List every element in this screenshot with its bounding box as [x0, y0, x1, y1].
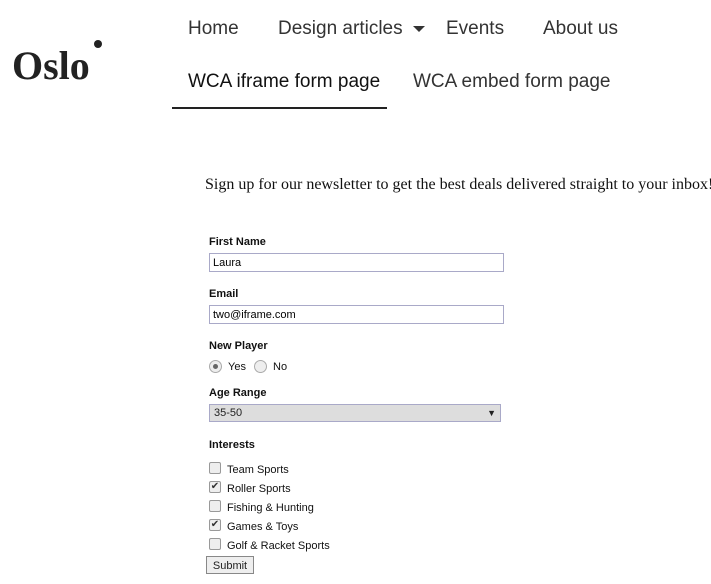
radio-button[interactable] [254, 360, 267, 373]
interest-checkbox[interactable]: Golf & Racket Sports [209, 536, 330, 552]
interest-checkbox[interactable]: Team Sports [209, 460, 289, 476]
checkbox[interactable] [209, 538, 221, 550]
nav-design-articles[interactable]: Design articles [278, 18, 425, 40]
checkbox-label: Games & Toys [227, 521, 299, 533]
chevron-down-icon [412, 25, 425, 32]
email-input[interactable] [209, 305, 504, 324]
nav-wca-embed-form-page[interactable]: WCA embed form page [413, 71, 610, 93]
age-range-select[interactable]: 35-50 ▼ [209, 404, 501, 422]
interest-checkbox[interactable]: ✔ Roller Sports [209, 479, 291, 495]
checkbox-checked[interactable]: ✔ [209, 481, 221, 493]
age-range-label: Age Range [209, 387, 267, 399]
checkbox-label: Golf & Racket Sports [227, 540, 330, 552]
first-name-input[interactable] [209, 253, 504, 272]
nav-events[interactable]: Events [446, 18, 504, 40]
checkbox-label: Team Sports [227, 464, 289, 476]
nav-home[interactable]: Home [188, 18, 239, 40]
nav-label: Design articles [278, 18, 403, 39]
radio-label: No [273, 360, 288, 373]
radio-no[interactable]: No [254, 360, 287, 373]
radio-yes[interactable]: Yes [209, 360, 246, 373]
first-name-label: First Name [209, 236, 266, 248]
interests-label: Interests [209, 439, 255, 451]
checkbox-label: Fishing & Hunting [227, 502, 314, 514]
active-nav-underline [172, 107, 387, 109]
radio-button[interactable] [209, 360, 222, 373]
radio-label: Yes [228, 360, 246, 373]
checkbox-checked[interactable]: ✔ [209, 519, 221, 531]
interest-checkbox[interactable]: ✔ Games & Toys [209, 517, 298, 533]
checkbox-label: Roller Sports [227, 483, 291, 495]
nav-wca-iframe-form-page[interactable]: WCA iframe form page [188, 71, 380, 93]
nav-about-us[interactable]: About us [543, 18, 618, 40]
interest-checkbox[interactable]: Fishing & Hunting [209, 498, 314, 514]
checkbox[interactable] [209, 462, 221, 474]
checkbox[interactable] [209, 500, 221, 512]
dropdown-arrow-icon: ▼ [487, 408, 496, 418]
select-value: 35-50 [214, 407, 243, 419]
logo-dot [94, 40, 102, 48]
intro-text: Sign up for our newsletter to get the be… [205, 176, 711, 193]
email-label: Email [209, 288, 239, 300]
new-player-label: New Player [209, 340, 268, 352]
submit-button[interactable]: Submit [206, 556, 254, 574]
site-logo[interactable]: Oslo [12, 42, 90, 89]
